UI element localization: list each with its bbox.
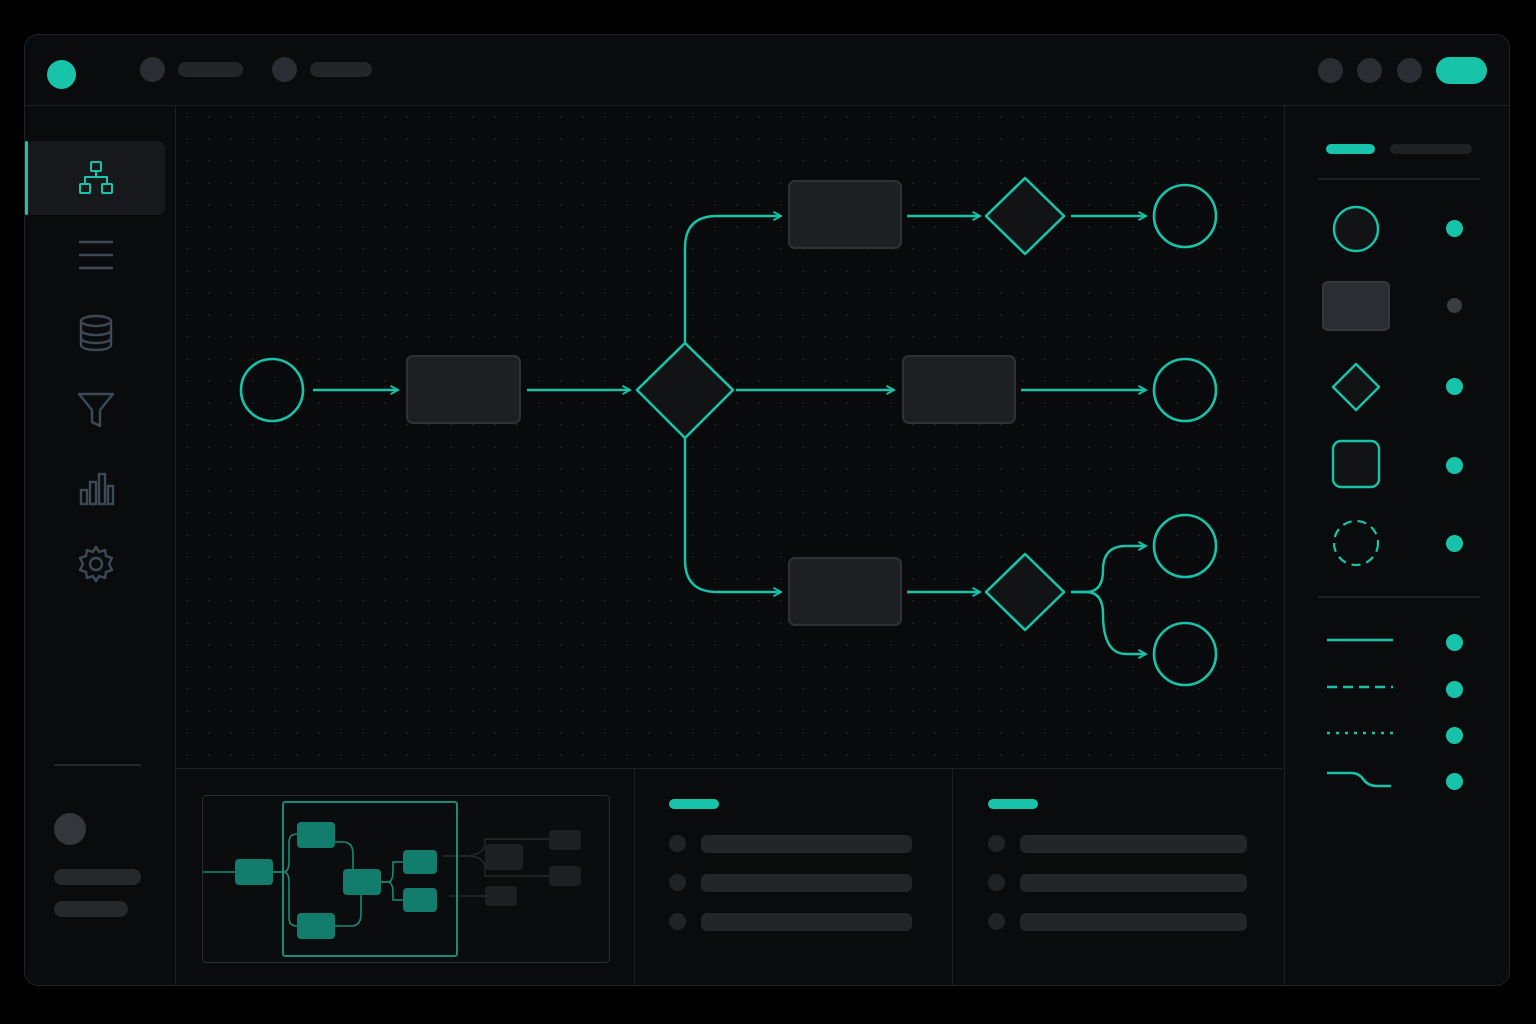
menu-avatar-icon[interactable]	[140, 57, 165, 82]
panel-divider	[1318, 178, 1480, 180]
panel-title-placeholder	[988, 799, 1038, 809]
sidebar-item-list[interactable]	[27, 218, 165, 292]
minimap-node	[297, 913, 335, 939]
list-icon	[79, 240, 113, 270]
shape-indicator-dot	[1446, 457, 1463, 474]
database-icon	[79, 314, 113, 352]
connector-decision-to-upper-task[interactable]	[683, 216, 781, 342]
menu-avatar-icon[interactable]	[272, 57, 297, 82]
property-row-placeholder[interactable]	[701, 835, 912, 853]
minimap-node	[403, 850, 437, 874]
user-role-placeholder	[54, 901, 128, 917]
menu-item-placeholder[interactable]	[178, 62, 243, 77]
solid-line-icon[interactable]	[1325, 634, 1395, 646]
start-node[interactable]	[239, 357, 305, 423]
detail-row-placeholder[interactable]	[1020, 874, 1247, 892]
sidebar-item-filter[interactable]	[27, 373, 165, 447]
line-indicator-dot	[1446, 727, 1463, 744]
minimap-node	[297, 822, 335, 848]
curved-line-icon[interactable]	[1325, 766, 1395, 792]
detail-row-placeholder[interactable]	[1020, 835, 1247, 853]
shape-palette-panel	[1284, 106, 1509, 985]
connector-decision-to-lower-task[interactable]	[683, 438, 781, 592]
end-node[interactable]	[1152, 357, 1218, 423]
row-bullet	[669, 874, 686, 891]
diamond-shape-icon[interactable]	[1330, 361, 1382, 413]
toolbar-button[interactable]	[1357, 58, 1382, 83]
toolbar-button[interactable]	[1397, 58, 1422, 83]
sidebar-item-diagram[interactable]	[25, 141, 165, 215]
sidebar-divider	[54, 764, 141, 766]
shape-indicator-dot	[1446, 378, 1463, 395]
detail-row-placeholder[interactable]	[1020, 913, 1247, 931]
bar-chart-icon	[79, 472, 115, 506]
sidebar	[25, 105, 176, 985]
row-bullet	[988, 835, 1005, 852]
minimap-node	[485, 844, 523, 870]
decision-node[interactable]	[984, 176, 1066, 256]
shape-indicator-dot	[1446, 535, 1463, 552]
minimap-node	[343, 869, 381, 895]
end-node[interactable]	[1152, 513, 1218, 579]
process-node[interactable]	[788, 557, 902, 626]
dashed-circle-shape-icon[interactable]	[1331, 518, 1381, 568]
process-node[interactable]	[902, 355, 1016, 424]
connector-lower-decision-to-end-a[interactable]	[1071, 546, 1146, 594]
toolbar-button[interactable]	[1318, 58, 1343, 83]
minimap-node	[403, 888, 437, 912]
avatar[interactable]	[54, 813, 86, 845]
panel-title-placeholder	[669, 799, 719, 809]
minimap-node	[235, 859, 273, 885]
process-node[interactable]	[788, 180, 902, 249]
filter-icon	[77, 392, 115, 428]
diagram-canvas[interactable]	[176, 106, 1283, 768]
end-node[interactable]	[1152, 621, 1218, 687]
bottom-panels	[176, 768, 1283, 985]
properties-panel	[635, 769, 952, 985]
tab-styles[interactable]	[1390, 144, 1472, 154]
panel-divider	[1318, 596, 1480, 598]
row-bullet	[988, 874, 1005, 891]
minimap-node	[549, 866, 581, 886]
details-panel	[953, 769, 1283, 985]
minimap-diagram	[203, 801, 581, 957]
sidebar-item-settings[interactable]	[27, 527, 165, 601]
decision-node[interactable]	[984, 552, 1066, 632]
top-bar	[25, 35, 1509, 106]
line-indicator-dot	[1446, 681, 1463, 698]
tab-shapes-active[interactable]	[1326, 144, 1375, 154]
gear-icon	[78, 545, 114, 583]
rectangle-shape-icon[interactable]	[1321, 280, 1391, 332]
shape-indicator-dot	[1446, 220, 1463, 237]
primary-action-button[interactable]	[1436, 57, 1487, 84]
row-bullet	[988, 913, 1005, 930]
process-node[interactable]	[406, 355, 521, 424]
sidebar-item-database[interactable]	[27, 296, 165, 370]
end-node[interactable]	[1152, 183, 1218, 249]
decision-node[interactable]	[635, 341, 735, 440]
rounded-square-shape-icon[interactable]	[1331, 439, 1381, 489]
dotted-line-icon[interactable]	[1325, 727, 1395, 739]
app-window	[24, 34, 1510, 986]
connector-lower-decision-to-end-b[interactable]	[1071, 590, 1146, 654]
circle-shape-icon[interactable]	[1331, 204, 1381, 254]
dashed-line-icon[interactable]	[1325, 681, 1395, 693]
minimap-node	[549, 830, 581, 850]
line-indicator-dot	[1446, 773, 1463, 790]
user-name-placeholder	[54, 869, 141, 885]
app-logo[interactable]	[47, 60, 76, 89]
sidebar-item-analytics[interactable]	[27, 451, 165, 525]
shape-indicator-dot	[1447, 298, 1462, 313]
property-row-placeholder[interactable]	[701, 913, 912, 931]
row-bullet	[669, 835, 686, 852]
row-bullet	[669, 913, 686, 930]
minimap-node	[485, 886, 517, 906]
line-indicator-dot	[1446, 634, 1463, 651]
flowchart	[239, 176, 1218, 687]
minimap[interactable]	[202, 795, 610, 963]
diagram-icon	[79, 161, 113, 194]
menu-item-placeholder[interactable]	[310, 62, 372, 77]
property-row-placeholder[interactable]	[701, 874, 912, 892]
